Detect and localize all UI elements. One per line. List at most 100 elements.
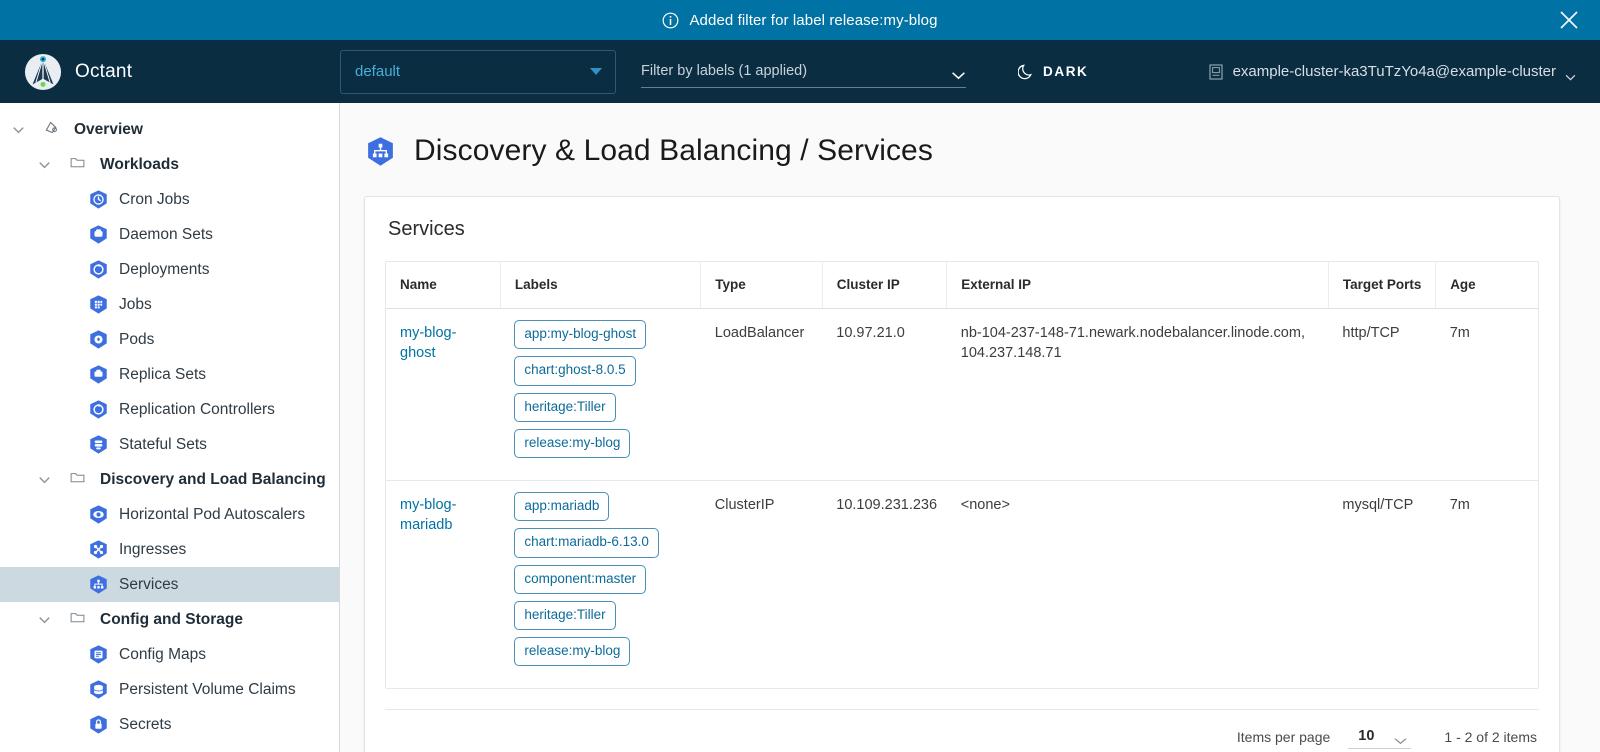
notification-content: Added filter for label release:my-blog xyxy=(662,12,937,29)
label-badge[interactable]: chart:mariadb-6.13.0 xyxy=(514,528,659,557)
sidebar-item-jobs[interactable]: Jobs xyxy=(0,287,339,322)
cell-labels: app:mariadb chart:mariadb-6.13.0 component… xyxy=(500,481,700,689)
chevron-down-icon[interactable] xyxy=(36,471,53,488)
column-header[interactable]: Cluster IP xyxy=(822,262,947,309)
chevron-down-icon[interactable] xyxy=(36,611,53,628)
overview-icon xyxy=(43,119,64,140)
k8s-cronjob-icon xyxy=(88,189,109,210)
chevron-down-icon xyxy=(1394,732,1407,740)
column-header[interactable]: Age xyxy=(1436,262,1538,309)
k8s-secret-icon xyxy=(88,714,109,735)
label-badge[interactable]: heritage:Tiller xyxy=(514,393,615,422)
cell-external-ip: nb-104-237-148-71.newark.nodebalancer.li… xyxy=(947,309,1329,481)
sidebar-item-stateful-sets[interactable]: Stateful Sets xyxy=(0,427,339,462)
folder-icon xyxy=(69,154,90,175)
dark-mode-label: DARK xyxy=(1043,64,1088,79)
chevron-down-icon[interactable] xyxy=(36,156,53,173)
sidebar-item-label: Persistent Volume Claims xyxy=(119,681,296,699)
sidebar-item-label: Pods xyxy=(119,331,154,349)
k8s-daemonset-icon xyxy=(88,224,109,245)
cell-type: LoadBalancer xyxy=(701,309,822,481)
notification-banner: Added filter for label release:my-blog xyxy=(0,0,1600,40)
table-head: NameLabelsTypeCluster IPExternal IPTarge… xyxy=(386,262,1538,309)
cluster-select[interactable]: example-cluster-ka3TuTzYo4a@example-clus… xyxy=(1208,63,1582,81)
label-filter-input[interactable]: Filter by labels (1 applied) xyxy=(641,56,966,88)
k8s-job-icon xyxy=(88,294,109,315)
sidebar-item-label: Discovery and Load Balancing xyxy=(100,471,326,489)
sidebar-item-label: Deployments xyxy=(119,261,209,279)
table-row[interactable]: my-blog-ghost app:my-blog-ghost chart:ghos… xyxy=(386,309,1538,481)
label-badge[interactable]: heritage:Tiller xyxy=(514,601,615,630)
service-name-link[interactable]: my-blog-mariadb xyxy=(400,497,456,533)
chevron-down-icon xyxy=(951,67,966,76)
sidebar-item-label: Stateful Sets xyxy=(119,436,207,454)
column-header[interactable]: Target Ports xyxy=(1328,262,1435,309)
k8s-configmap-icon xyxy=(88,644,109,665)
table-header-row: NameLabelsTypeCluster IPExternal IPTarge… xyxy=(386,262,1538,309)
items-per-page-value: 10 xyxy=(1358,728,1374,744)
sidebar-item-label: Overview xyxy=(74,121,143,139)
table-row[interactable]: my-blog-mariadb app:mariadb chart:mariadb-… xyxy=(386,481,1538,689)
sidebar-item-label: Replica Sets xyxy=(119,366,206,384)
sidebar-item-deployments[interactable]: Deployments xyxy=(0,252,339,287)
pagination-range: 1 - 2 of 2 items xyxy=(1444,729,1537,745)
close-icon[interactable] xyxy=(1558,9,1580,31)
notification-message: Added filter for label release:my-blog xyxy=(689,12,937,29)
brand-name: Octant xyxy=(75,61,132,83)
sidebar-item-replication-controllers[interactable]: Replication Controllers xyxy=(0,392,339,427)
cell-external-ip: <none> xyxy=(947,481,1329,689)
column-header[interactable]: Labels xyxy=(500,262,700,309)
sidebar-item-persistent-volume-claims[interactable]: Persistent Volume Claims xyxy=(0,672,339,707)
label-badge[interactable]: component:master xyxy=(514,565,646,594)
sidebar-item-pods[interactable]: Pods xyxy=(0,322,339,357)
sidebar-item-daemon-sets[interactable]: Daemon Sets xyxy=(0,217,339,252)
caret-down-icon xyxy=(590,68,602,75)
sidebar-item-workloads[interactable]: Workloads xyxy=(0,147,339,182)
sidebar-item-secrets[interactable]: Secrets xyxy=(0,707,339,742)
sidebar-item-ingresses[interactable]: Ingresses xyxy=(0,532,339,567)
folder-icon xyxy=(69,469,90,490)
label-badge[interactable]: app:my-blog-ghost xyxy=(514,320,646,349)
sidebar-item-replica-sets[interactable]: Replica Sets xyxy=(0,357,339,392)
namespace-select[interactable]: default xyxy=(340,50,616,94)
chevron-down-icon[interactable] xyxy=(10,121,27,138)
sidebar-item-discovery-and-load-balancing[interactable]: Discovery and Load Balancing xyxy=(0,462,339,497)
sidebar-item-config-maps[interactable]: Config Maps xyxy=(0,637,339,672)
sidebar-item-services[interactable]: Services xyxy=(0,567,339,602)
sidebar-item-cron-jobs[interactable]: Cron Jobs xyxy=(0,182,339,217)
sidebar-nav: Overview WorkloadsCron JobsDaemon Sets Dep… xyxy=(0,103,340,752)
octant-app: Added filter for label release:my-blog xyxy=(0,0,1600,752)
services-card: Services NameLabelsTypeCluster IPExterna… xyxy=(364,196,1560,752)
k8s-rc-icon xyxy=(88,399,109,420)
column-header[interactable]: Name xyxy=(386,262,500,309)
cell-type: ClusterIP xyxy=(701,481,822,689)
cell-target-ports: mysql/TCP xyxy=(1328,481,1435,689)
cell-cluster-ip: 10.97.21.0 xyxy=(822,309,947,481)
sidebar-item-overview[interactable]: Overview xyxy=(0,112,339,147)
cell-labels: app:my-blog-ghost chart:ghost-8.0.5 herita… xyxy=(500,309,700,481)
k8s-replicaset-icon xyxy=(88,364,109,385)
k8s-ingress-icon xyxy=(88,539,109,560)
column-header[interactable]: External IP xyxy=(947,262,1329,309)
cell-age: 7m xyxy=(1436,309,1538,481)
label-badge[interactable]: app:mariadb xyxy=(514,492,609,521)
label-badge[interactable]: chart:ghost-8.0.5 xyxy=(514,356,635,385)
items-per-page-select[interactable]: 10 xyxy=(1348,725,1411,749)
label-badge[interactable]: release:my-blog xyxy=(514,429,630,458)
column-header[interactable]: Type xyxy=(701,262,822,309)
items-per-page-label: Items per page xyxy=(1237,729,1330,745)
brand[interactable]: Octant xyxy=(24,53,340,91)
services-table-wrapper: NameLabelsTypeCluster IPExternal IPTarge… xyxy=(385,261,1539,689)
sidebar-item-label: Services xyxy=(119,576,178,594)
app-header: Octant default Filter by labels (1 appli… xyxy=(0,40,1600,103)
sidebar-item-config-and-storage[interactable]: Config and Storage xyxy=(0,602,339,637)
dark-mode-toggle[interactable]: DARK xyxy=(1018,63,1088,80)
label-badge[interactable]: release:my-blog xyxy=(514,637,630,666)
sidebar-item-label: Replication Controllers xyxy=(119,401,275,419)
page-title: Discovery & Load Balancing / Services xyxy=(414,134,933,168)
cell-name: my-blog-mariadb xyxy=(386,481,500,689)
folder-icon xyxy=(69,609,90,630)
service-name-link[interactable]: my-blog-ghost xyxy=(400,325,456,361)
sidebar-item-horizontal-pod-autoscalers[interactable]: Horizontal Pod Autoscalers xyxy=(0,497,339,532)
info-circle-icon xyxy=(662,12,679,29)
